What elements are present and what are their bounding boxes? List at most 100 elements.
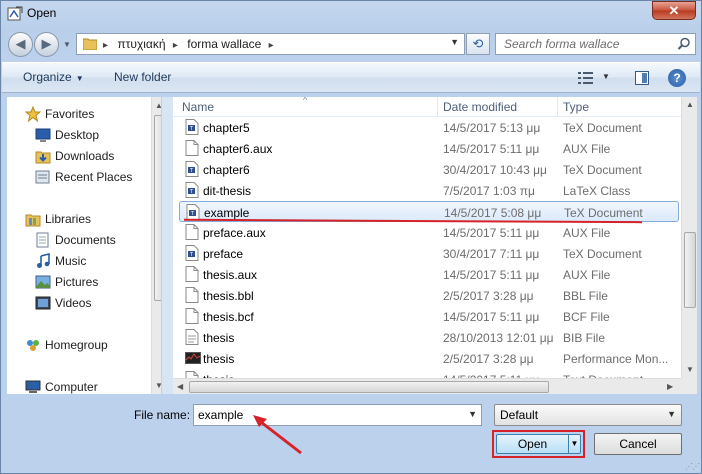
file-row[interactable]: chapter6.aux 14/5/2017 5:11 μμ AUX File	[179, 138, 679, 159]
title-bar[interactable]: Open ✕	[1, 1, 701, 27]
cancel-button[interactable]: Cancel	[594, 433, 682, 455]
file-row[interactable]: Tdit-thesis 7/5/2017 1:03 πμ LaTeX Class	[179, 180, 679, 201]
change-view-icon[interactable]	[578, 71, 594, 85]
annotation-arrow	[253, 415, 302, 455]
scroll-up-icon[interactable]: ▲	[686, 100, 694, 109]
file-name: thesis.bcf	[203, 310, 254, 324]
scrollbar-thumb[interactable]	[684, 232, 696, 308]
command-toolbar: Organize ▼ New folder ▼ ?	[2, 62, 700, 93]
scroll-down-icon[interactable]: ▼	[155, 381, 161, 390]
nav-item-label: Recent Places	[55, 170, 133, 184]
file-name: preface.aux	[203, 226, 266, 240]
scrollbar-corner	[681, 378, 697, 394]
scrollbar-thumb[interactable]	[189, 381, 549, 393]
breadcrumb-item[interactable]: πτυχιακή	[117, 37, 165, 51]
file-row[interactable]: Tchapter5 14/5/2017 5:13 μμ TeX Document	[179, 117, 679, 138]
file-date-modified: 30/4/2017 10:43 μμ	[443, 163, 547, 177]
pictures-icon	[35, 275, 51, 289]
breadcrumb-separator-icon[interactable]: ▸	[269, 40, 274, 51]
file-name: chapter6.aux	[203, 142, 273, 156]
column-header-name[interactable]: Name	[182, 100, 214, 114]
window-title: Open	[27, 6, 57, 20]
breadcrumb-separator-icon[interactable]: ▸	[103, 40, 108, 51]
file-date-modified: 14/5/2017 5:11 μμ	[443, 142, 540, 156]
file-row[interactable]: preface.aux 14/5/2017 5:11 μμ AUX File	[179, 222, 679, 243]
generic-file-icon	[185, 308, 199, 324]
bib-file-icon	[185, 329, 199, 345]
file-row[interactable]: thesis 2/5/2017 3:28 μμ Performance Mon...	[179, 348, 679, 369]
file-name: thesis.bbl	[203, 289, 254, 303]
nav-item-label: Homegroup	[45, 338, 108, 352]
file-name-input[interactable]	[198, 407, 458, 423]
file-row[interactable]: thesis.bbl 2/5/2017 3:28 μμ BBL File	[179, 285, 679, 306]
open-button[interactable]: Open	[496, 434, 569, 454]
file-list-horizontal-scrollbar[interactable]: ◀ ▶	[173, 378, 681, 394]
view-options-dropdown-icon[interactable]: ▼	[602, 72, 610, 81]
breadcrumb-item[interactable]: forma wallace	[187, 37, 261, 51]
breadcrumb-separator-icon[interactable]: ▸	[173, 40, 178, 51]
resize-grip-icon[interactable]: ⋰⋰	[685, 462, 700, 471]
recent-locations-dropdown-icon[interactable]: ▼	[63, 40, 71, 49]
file-type: TeX Document	[563, 163, 642, 177]
column-divider[interactable]	[437, 97, 438, 117]
navigation-pane: Favorites Desktop Downloads Recent Place…	[7, 97, 161, 394]
file-name-dropdown-icon[interactable]: ▼	[468, 409, 477, 419]
back-button[interactable]: ◀	[8, 32, 33, 57]
column-header-date[interactable]: Date modified	[443, 100, 517, 114]
tex-document-icon: T	[185, 245, 199, 261]
breadcrumb: ▸ πτυχιακή ▸ forma wallace ▸	[103, 37, 280, 51]
file-name-combobox[interactable]: ▼	[193, 404, 482, 426]
scroll-right-icon[interactable]: ▶	[667, 382, 673, 391]
address-dropdown-icon[interactable]: ▼	[450, 37, 459, 47]
file-date-modified: 14/5/2017 5:11 μμ	[443, 226, 540, 240]
file-list-vertical-scrollbar[interactable]: ▲ ▼	[681, 97, 697, 378]
help-button[interactable]: ?	[668, 69, 686, 87]
address-bar[interactable]: ▸ πτυχιακή ▸ forma wallace ▸ ▼	[76, 33, 465, 55]
refresh-button[interactable]: ⟲	[466, 33, 490, 55]
desktop-icon	[35, 128, 51, 142]
scroll-up-icon[interactable]: ▲	[155, 101, 161, 110]
search-input[interactable]	[504, 36, 674, 52]
scroll-down-icon[interactable]: ▼	[686, 365, 694, 374]
scrollbar-thumb[interactable]	[154, 115, 161, 301]
file-date-modified: 2/5/2017 3:28 μμ	[443, 352, 534, 366]
column-divider[interactable]	[557, 97, 558, 117]
file-type-filter-select[interactable]: Default ▼	[494, 404, 682, 426]
file-date-modified: 7/5/2017 1:03 πμ	[443, 184, 535, 198]
file-type-filter-value: Default	[500, 408, 539, 422]
forward-button[interactable]: ▶	[34, 32, 59, 57]
folder-icon	[83, 38, 97, 50]
search-box[interactable]	[495, 33, 696, 55]
file-type: BIB File	[563, 331, 606, 345]
organize-button[interactable]: Organize ▼	[23, 70, 84, 84]
libraries-icon	[25, 214, 41, 227]
file-date-modified: 30/4/2017 7:11 μμ	[443, 247, 540, 261]
file-type: Performance Mon...	[563, 352, 669, 366]
file-type: BCF File	[563, 310, 610, 324]
tex-document-icon: T	[185, 161, 199, 177]
nav-item-label: Downloads	[55, 149, 115, 163]
file-row[interactable]: thesis 28/10/2013 12:01 μμ BIB File	[179, 327, 679, 348]
file-row[interactable]: thesis.aux 14/5/2017 5:11 μμ AUX File	[179, 264, 679, 285]
scroll-left-icon[interactable]: ◀	[177, 382, 183, 391]
preview-pane-button[interactable]	[635, 71, 649, 85]
nav-pane-scrollbar[interactable]: ▲ ▼	[151, 97, 161, 394]
open-options-dropdown-icon[interactable]: ▼	[568, 434, 581, 454]
open-dialog-window: Open ✕ ◀ ▶ ▼ ▸ πτυχιακή ▸ forma wallace …	[0, 0, 702, 474]
file-row[interactable]: Tchapter6 30/4/2017 10:43 μμ TeX Document	[179, 159, 679, 180]
file-name: thesis.aux	[203, 268, 258, 282]
music-icon	[37, 253, 50, 268]
sort-ascending-icon: ^	[303, 97, 308, 105]
column-header-type[interactable]: Type	[563, 100, 589, 114]
pane-splitter[interactable]	[162, 97, 173, 394]
close-button[interactable]: ✕	[652, 1, 696, 20]
file-date-modified: 14/5/2017 5:08 μμ	[444, 206, 542, 220]
file-name: chapter6	[203, 163, 250, 177]
file-name: preface	[203, 247, 244, 261]
nav-item-label: Videos	[55, 296, 92, 310]
file-row[interactable]: thesis.bcf 14/5/2017 5:11 μμ BCF File	[179, 306, 679, 327]
chevron-down-icon: ▼	[667, 409, 676, 419]
new-folder-button[interactable]: New folder	[114, 70, 171, 84]
file-row[interactable]: Tpreface 30/4/2017 7:11 μμ TeX Document	[179, 243, 679, 264]
file-type: TeX Document	[563, 247, 642, 261]
